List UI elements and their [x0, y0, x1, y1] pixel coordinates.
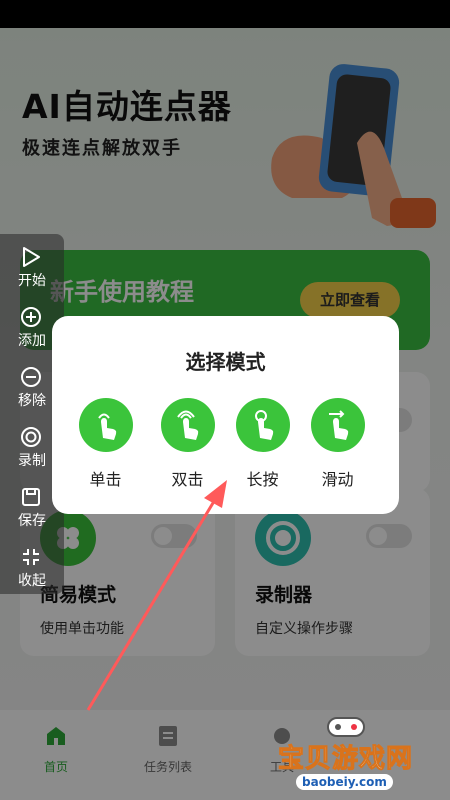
- watermark-logo: 宝贝游戏网 baobeiy.com: [270, 708, 445, 798]
- toolbar-start[interactable]: 开始: [0, 246, 64, 290]
- mode-long-press[interactable]: 长按: [225, 398, 300, 490]
- gamepad-icon: [327, 717, 365, 737]
- mode-label: 滑动: [321, 470, 354, 489]
- double-tap-icon: [176, 410, 198, 440]
- mode-single-tap[interactable]: 单击: [68, 398, 143, 490]
- toolbar-label: 保存: [18, 513, 46, 529]
- watermark-text: 宝贝游戏网: [277, 744, 414, 775]
- watermark-url: baobeiy.com: [296, 774, 393, 790]
- plus-circle-icon: [21, 307, 41, 327]
- dialog-title: 选择模式: [185, 350, 266, 374]
- status-bar: [0, 0, 450, 28]
- mode-swipe[interactable]: 滑动: [300, 398, 375, 490]
- tap-icon: [97, 413, 116, 440]
- swipe-icon: [328, 410, 348, 440]
- toolbar-label: 开始: [18, 273, 46, 289]
- collapse-icon: [23, 549, 39, 565]
- long-press-icon: [254, 410, 273, 440]
- select-mode-dialog: 选择模式 单击 双击 长按 滑动: [52, 316, 399, 514]
- minus-circle-icon: [21, 367, 41, 387]
- toolbar-collapse[interactable]: 收起: [0, 546, 64, 590]
- app-screen: AI自动连点器 极速连点解放双手 新手使用教程 立即查看 简易模式 使用单击功能…: [0, 28, 450, 800]
- mode-label: 长按: [246, 470, 279, 489]
- save-icon: [22, 488, 40, 506]
- toolbar-label: 收起: [18, 573, 46, 589]
- play-icon: [23, 247, 40, 267]
- mode-label: 单击: [89, 470, 122, 489]
- mode-label: 双击: [171, 470, 204, 489]
- record-icon: [21, 427, 41, 447]
- mode-double-tap[interactable]: 双击: [150, 398, 225, 490]
